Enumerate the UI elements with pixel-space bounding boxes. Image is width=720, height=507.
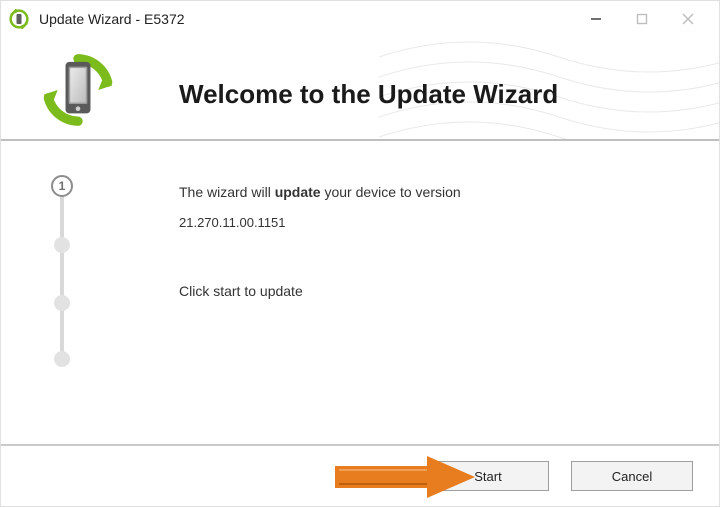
minimize-button[interactable] (573, 1, 619, 37)
maximize-button (619, 1, 665, 37)
step-2 (54, 237, 70, 253)
welcome-heading: Welcome to the Update Wizard (179, 79, 558, 110)
window-buttons (573, 1, 711, 37)
footer: Start Cancel (1, 444, 719, 506)
step-indicator: 1 (47, 175, 77, 375)
step-rail (60, 191, 64, 357)
update-desc-suffix: your device to version (324, 184, 460, 200)
content-text: The wizard will update your device to ve… (179, 181, 679, 303)
window-title: Update Wizard - E5372 (39, 11, 185, 27)
title-bar: Update Wizard - E5372 (1, 1, 719, 37)
header: Welcome to the Update Wizard (1, 37, 719, 141)
step-1-active: 1 (51, 175, 73, 197)
update-desc-bold: update (271, 184, 325, 200)
body: 1 The wizard will update your device to … (1, 141, 719, 444)
start-button-label: Start (474, 469, 501, 484)
cancel-button-label: Cancel (612, 469, 652, 484)
close-button[interactable] (665, 1, 711, 37)
app-icon (9, 9, 29, 29)
update-description: The wizard will update your device to ve… (179, 181, 679, 203)
step-1-label: 1 (59, 179, 66, 193)
step-4 (54, 351, 70, 367)
cancel-button[interactable]: Cancel (571, 461, 693, 491)
update-desc-prefix: The wizard will (179, 184, 271, 200)
device-update-icon (39, 51, 117, 129)
instruction-text: Click start to update (179, 280, 679, 302)
target-version: 21.270.11.00.1151 (179, 213, 679, 234)
step-3 (54, 295, 70, 311)
start-button[interactable]: Start (427, 461, 549, 491)
